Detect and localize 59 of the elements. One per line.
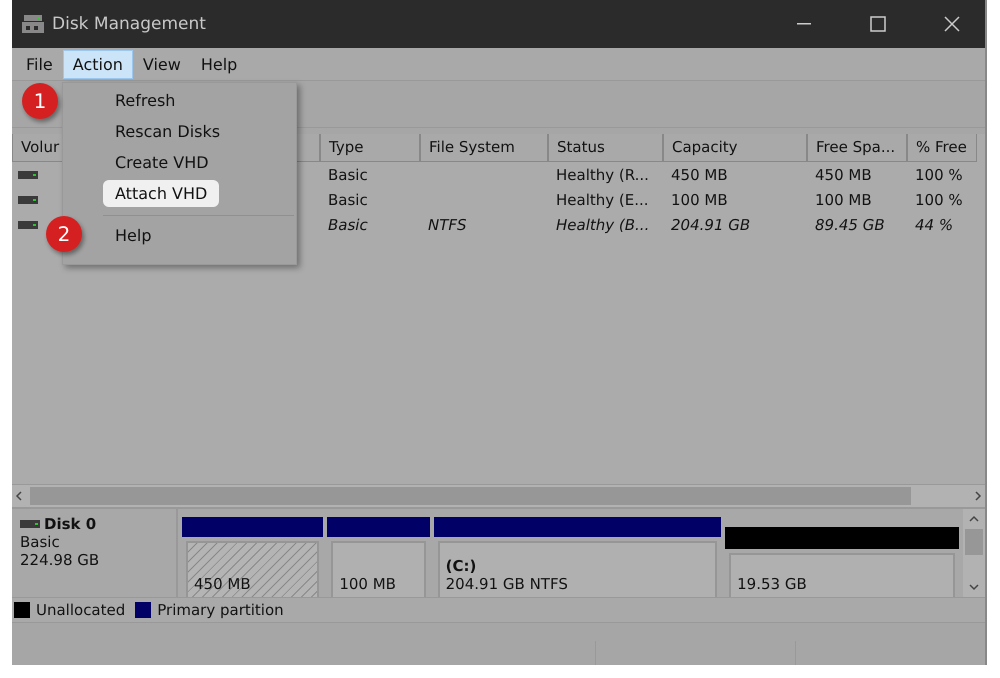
- partition-block[interactable]: 100 MB: [331, 541, 426, 597]
- menu-item[interactable]: Action: [62, 50, 133, 78]
- partition-size: 100 MB: [339, 575, 397, 593]
- menu-item[interactable]: File: [16, 50, 63, 78]
- drive-icon: [20, 519, 40, 529]
- column-header[interactable]: % Free: [907, 134, 977, 162]
- drive-icon: [18, 220, 38, 230]
- minimize-icon: [797, 23, 811, 25]
- table-cell-text: Healthy (B...: [555, 216, 650, 234]
- table-cell-text: 100 %: [914, 166, 964, 184]
- window-title: Disk Management: [52, 14, 207, 34]
- column-header[interactable]: Status: [548, 134, 663, 162]
- menu-item[interactable]: Rescan Disks: [103, 118, 232, 145]
- column-header[interactable]: Free Spa...: [807, 134, 907, 162]
- disk-name: Disk 0: [20, 515, 168, 533]
- disk-type: Basic: [20, 533, 61, 551]
- drive-icon: [18, 170, 38, 180]
- scroll-down-icon[interactable]: [967, 583, 981, 593]
- table-cell-text: Basic: [327, 166, 369, 184]
- table-cell-text: Basic: [327, 216, 369, 234]
- menu-item[interactable]: Create VHD: [103, 149, 221, 176]
- table-cell-text: 89.45 GB: [814, 216, 886, 234]
- table-cell-text: Healthy (R...: [555, 166, 650, 184]
- maximize-icon: [870, 16, 886, 32]
- table-cell-text: 450 MB: [814, 166, 873, 184]
- scroll-up-icon[interactable]: [967, 513, 981, 523]
- menu-item[interactable]: Help: [190, 50, 248, 78]
- table-cell-text: Healthy (E...: [555, 190, 650, 208]
- partition-size: 19.53 GB: [737, 575, 808, 593]
- table-cell-text: 44 %: [914, 216, 954, 234]
- table-cell-text: Basic: [327, 190, 369, 208]
- disk-icon: [22, 14, 44, 34]
- step-badge: 1: [22, 83, 58, 119]
- scrollbar-thumb[interactable]: [30, 487, 911, 505]
- legend-label: Primary partition: [157, 601, 284, 619]
- menu-item[interactable]: Refresh: [103, 87, 188, 114]
- column-header[interactable]: Type: [320, 134, 420, 162]
- table-cell-text: 204.91 GB: [670, 216, 752, 234]
- column-header[interactable]: Capacity: [663, 134, 807, 162]
- partition-block[interactable]: 19.53 GB: [729, 553, 956, 597]
- table-cell-text: 450 MB: [670, 166, 729, 184]
- table-cell-text: 100 MB: [814, 190, 873, 208]
- menu-item[interactable]: Attach VHD: [103, 180, 220, 207]
- column-header[interactable]: File System: [420, 134, 548, 162]
- table-cell-text: 100 MB: [670, 190, 729, 208]
- table-cell-text: NTFS: [427, 216, 468, 234]
- partition-block[interactable]: 450 MB: [186, 541, 320, 597]
- partition-name: (C:): [446, 557, 478, 575]
- partition-block[interactable]: (C:) 204.91 GB NTFS: [438, 541, 718, 597]
- drive-icon: [18, 194, 38, 204]
- partition-size: 450 MB: [194, 575, 252, 593]
- menu-item[interactable]: View: [132, 50, 191, 78]
- disk-size: 224.98 GB: [20, 551, 100, 569]
- menu-item[interactable]: Help: [103, 222, 164, 249]
- table-cell-text: 100 %: [914, 190, 964, 208]
- legend-label: Unallocated: [36, 601, 126, 619]
- close-icon: [944, 16, 960, 32]
- partition-size: 204.91 GB NTFS: [446, 575, 569, 593]
- scrollbar-thumb[interactable]: [965, 529, 983, 555]
